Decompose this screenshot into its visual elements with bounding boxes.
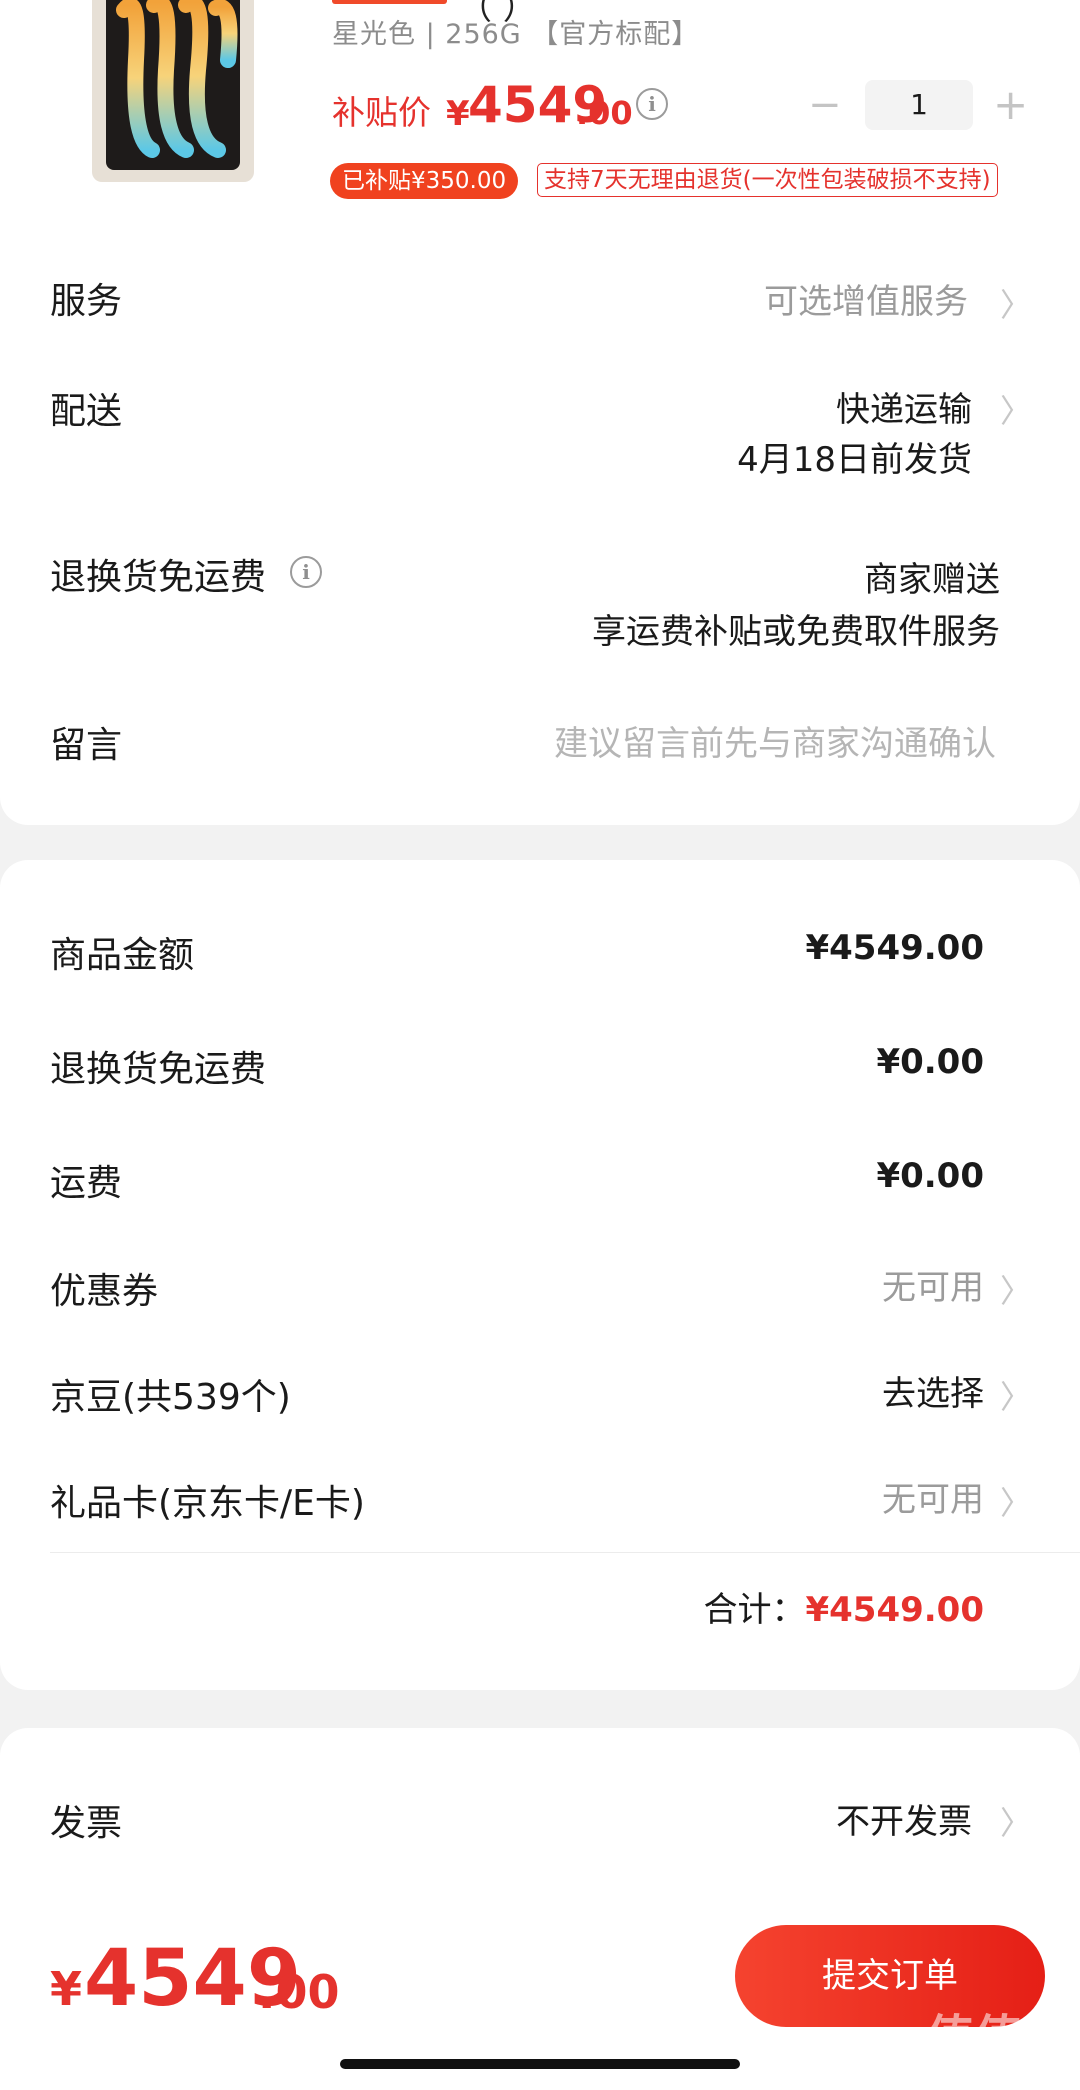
- product-image: [106, 0, 240, 170]
- invoice-label: 发票: [50, 1803, 123, 1844]
- total-label: 合计：: [703, 1590, 806, 1630]
- quantity-input[interactable]: 1: [865, 80, 973, 130]
- info-icon[interactable]: i: [636, 88, 668, 120]
- coupon-label: 优惠券: [50, 1271, 159, 1312]
- home-indicator[interactable]: [340, 2059, 740, 2069]
- subsidy-price-label: 补贴价: [332, 93, 431, 132]
- watermark-url: zhizhizhi.com: [936, 2058, 1080, 2083]
- invoice-value[interactable]: 不开发票: [836, 1794, 972, 1843]
- price-currency: ¥: [446, 94, 470, 134]
- delivery-method[interactable]: 快递运输: [836, 382, 972, 431]
- bottom-total-currency: ¥: [50, 1962, 83, 2016]
- quantity-increase-button[interactable]: +: [993, 80, 1028, 129]
- goods-amount-value: ¥4549.00: [805, 928, 984, 968]
- return-fee-label: 退换货免运费: [50, 1049, 267, 1090]
- chevron-right-icon[interactable]: 〉: [1000, 1798, 1032, 1844]
- return-fee-value: ¥0.00: [876, 1042, 984, 1082]
- info-icon[interactable]: i: [290, 556, 322, 588]
- chevron-right-icon[interactable]: 〉: [1000, 1478, 1032, 1524]
- jd-beans-value[interactable]: 去选择: [882, 1366, 984, 1415]
- price-summary-card: 商品金额 ¥4549.00 退换货免运费 ¥0.00 运费 ¥0.00 优惠券 …: [0, 860, 1080, 1690]
- gift-card-label: 礼品卡(京东卡/E卡): [50, 1483, 365, 1524]
- jd-beans-label: 京豆(共539个): [50, 1377, 291, 1418]
- delivery-date: 4月18日前发货: [737, 440, 972, 480]
- return-policy-badge: 支持7天无理由退货(一次性包装破损不支持): [537, 163, 998, 197]
- service-value[interactable]: 可选增值服务: [764, 274, 968, 323]
- message-input[interactable]: 建议留言前先与商家沟通确认: [554, 716, 996, 765]
- subsidy-badge: 已补贴¥350.00: [330, 163, 519, 199]
- coupon-value[interactable]: 无可用: [882, 1260, 984, 1309]
- chevron-right-icon[interactable]: 〉: [1000, 386, 1032, 432]
- goods-amount-label: 商品金额: [50, 935, 195, 976]
- quantity-decrease-button[interactable]: −: [808, 82, 842, 128]
- chevron-right-icon[interactable]: 〉: [1000, 280, 1032, 326]
- return-freight-label: 退换货免运费: [50, 557, 267, 598]
- product-spec: 星光色 | 256G 【官方标配】: [332, 19, 700, 50]
- total-row: 合计：¥4549.00: [703, 1582, 984, 1631]
- delivery-label: 配送: [50, 391, 123, 432]
- total-value: ¥4549.00: [805, 1590, 984, 1630]
- price-decimal: .00: [576, 94, 633, 132]
- gift-card-value[interactable]: 无可用: [882, 1472, 984, 1521]
- shipping-value: ¥0.00: [876, 1156, 984, 1196]
- return-freight-value: 商家赠送: [864, 560, 1000, 600]
- chevron-right-icon[interactable]: 〉: [1000, 1372, 1032, 1418]
- service-label: 服务: [50, 281, 123, 322]
- chevron-right-icon[interactable]: 〉: [1000, 1266, 1032, 1312]
- shipping-label: 运费: [50, 1163, 123, 1204]
- bottom-total-decimal: .00: [258, 1965, 340, 2019]
- divider: [50, 1552, 1080, 1553]
- message-label: 留言: [50, 725, 123, 766]
- order-item-card: （ ） 星光色 | 256G 【官方标配】 补贴价 ¥ 4549 .00 i −…: [0, 0, 1080, 825]
- return-freight-desc: 享运费补贴或免费取件服务: [592, 612, 1000, 652]
- product-tag: [332, 0, 447, 4]
- product-thumbnail[interactable]: [92, 0, 254, 182]
